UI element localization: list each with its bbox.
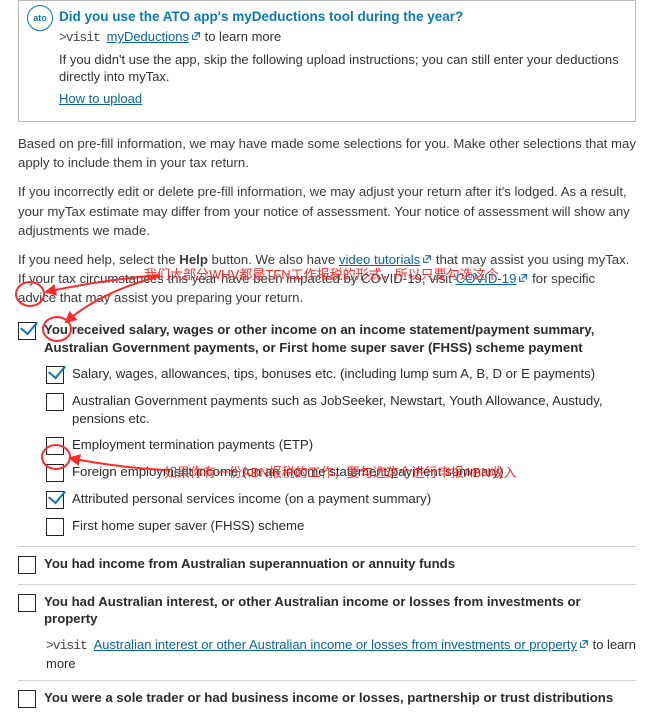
section-super-row: You had income from Australian superannu… bbox=[18, 546, 636, 578]
checkbox-super[interactable] bbox=[18, 556, 36, 574]
how-to-upload-link[interactable]: How to upload bbox=[59, 91, 142, 106]
visit-prefix: >visit bbox=[59, 30, 107, 45]
infobox-title: Did you use the ATO app's myDeductions t… bbox=[59, 9, 627, 24]
infobox-mydeductions: ato Did you use the ATO app's myDeductio… bbox=[18, 0, 636, 122]
intro-para-1: Based on pre-fill information, we may ha… bbox=[18, 134, 636, 172]
label-attributed-psi: Attributed personal services income (on … bbox=[72, 490, 636, 508]
intro-para-3: If you need help, select the Help button… bbox=[18, 250, 636, 307]
covid-19-link[interactable]: COVID-19 bbox=[456, 271, 529, 286]
external-link-icon bbox=[422, 254, 432, 264]
label-fhss: First home super saver (FHSS) scheme bbox=[72, 517, 636, 535]
mydeductions-link[interactable]: myDeductions bbox=[107, 29, 201, 44]
ato-logo-icon: ato bbox=[27, 5, 53, 31]
infobox-visit-line: >visit myDeductions to learn more bbox=[59, 28, 627, 47]
checkbox-attributed-psi[interactable] bbox=[46, 491, 64, 509]
checkbox-salary-wages[interactable] bbox=[46, 366, 64, 384]
section-salary-header-row: You received salary, wages or other inco… bbox=[18, 317, 636, 361]
help-button-label: Help bbox=[179, 252, 208, 267]
learn-more: to learn more bbox=[201, 29, 281, 44]
section-invest-row: You had Australian interest, or other Au… bbox=[18, 584, 636, 633]
label-salary-wages: Salary, wages, allowances, tips, bonuses… bbox=[72, 365, 636, 383]
row-salary-item-1: Australian Government payments such as J… bbox=[46, 388, 636, 432]
label-foreign-employment: Foreign employment income (on an income … bbox=[72, 463, 636, 481]
label-etp: Employment termination payments (ETP) bbox=[72, 436, 636, 454]
invest-link[interactable]: Australian interest or other Australian … bbox=[94, 637, 589, 652]
row-salary-item-0: Salary, wages, allowances, tips, bonuses… bbox=[46, 361, 636, 388]
checkbox-salary-header-label: You received salary, wages or other inco… bbox=[44, 321, 636, 357]
label-gov-payments: Australian Government payments such as J… bbox=[72, 392, 636, 428]
checkbox-gov-payments[interactable] bbox=[46, 393, 64, 411]
invest-link-row: >visit Australian interest or other Aust… bbox=[46, 636, 636, 673]
intro-para-2: If you incorrectly edit or delete pre-fi… bbox=[18, 182, 636, 239]
checkbox-fhss[interactable] bbox=[46, 518, 64, 536]
external-link-icon bbox=[191, 31, 201, 41]
checkbox-foreign-employment[interactable] bbox=[46, 464, 64, 482]
row-salary-item-4: Attributed personal services income (on … bbox=[46, 486, 636, 513]
checkbox-etp[interactable] bbox=[46, 437, 64, 455]
row-salary-item-3: Foreign employment income (on an income … bbox=[46, 459, 636, 486]
checkbox-invest[interactable] bbox=[18, 594, 36, 612]
label-invest: You had Australian interest, or other Au… bbox=[44, 593, 636, 629]
row-salary-item-2: Employment termination payments (ETP) bbox=[46, 432, 636, 459]
external-link-icon bbox=[518, 273, 528, 283]
row-salary-item-5: First home super saver (FHSS) scheme bbox=[46, 513, 636, 540]
external-link-icon bbox=[579, 639, 589, 649]
video-tutorials-link[interactable]: video tutorials bbox=[339, 252, 432, 267]
infobox-skip-text: If you didn't use the app, skip the foll… bbox=[59, 51, 627, 86]
label-soletrader: You were a sole trader or had business i… bbox=[44, 689, 636, 707]
visit-prefix: >visit bbox=[46, 638, 94, 653]
section-soletrader-row: You were a sole trader or had business i… bbox=[18, 680, 636, 712]
checkbox-soletrader[interactable] bbox=[18, 690, 36, 708]
label-super: You had income from Australian superannu… bbox=[44, 555, 636, 573]
checkbox-salary-header[interactable] bbox=[18, 322, 36, 340]
